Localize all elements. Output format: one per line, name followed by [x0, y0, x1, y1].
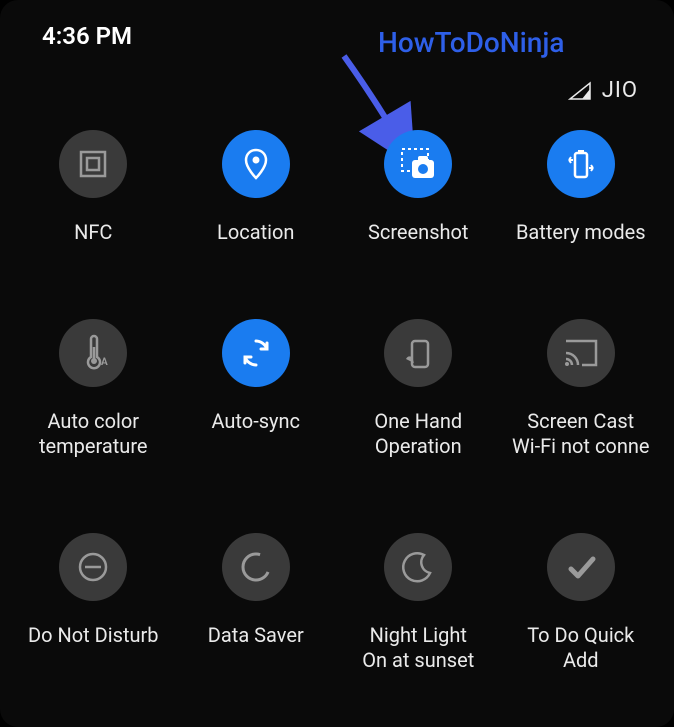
tile-temp-label: Auto color temperature [39, 409, 148, 459]
tile-sync-circle [222, 319, 290, 387]
tile-cast-circle [547, 319, 615, 387]
tile-nightlight-circle [384, 533, 452, 601]
tile-datasaver-circle [222, 533, 290, 601]
tile-battery-modes[interactable]: Battery modes [500, 130, 663, 245]
tile-one-hand[interactable]: One Hand Operation [337, 319, 500, 459]
quick-settings-panel: 4:36 PM HowToDoNinja JIO [0, 0, 674, 727]
tile-location[interactable]: Location [175, 130, 338, 245]
tile-dnd[interactable]: Do Not Disturb [12, 533, 175, 673]
dnd-icon [75, 549, 111, 585]
tile-location-label: Location [217, 220, 294, 245]
tile-auto-sync[interactable]: Auto-sync [175, 319, 338, 459]
tile-battery-label: Battery modes [516, 220, 646, 245]
status-time: 4:36 PM [42, 22, 132, 50]
tile-screenshot-circle [384, 130, 452, 198]
tile-onehand-label: One Hand Operation [374, 409, 462, 459]
tile-night-light[interactable]: Night Light On at sunset [337, 533, 500, 673]
tile-screenshot[interactable]: Screenshot [337, 130, 500, 245]
tile-nfc-label: NFC [74, 220, 112, 245]
tiles-grid: NFC Location [0, 130, 674, 673]
tile-datasaver-label: Data Saver [208, 623, 304, 648]
tile-dnd-label: Do Not Disturb [28, 623, 159, 648]
carrier-label: JIO [602, 78, 638, 103]
tile-location-circle [222, 130, 290, 198]
tile-sync-label: Auto-sync [211, 409, 300, 434]
screenshot-icon [398, 146, 438, 182]
tile-battery-circle [547, 130, 615, 198]
tile-nfc-circle [59, 130, 127, 198]
cast-icon [562, 337, 600, 369]
datasaver-icon [238, 549, 274, 585]
signal-icon [568, 81, 592, 101]
tile-cast-label: Screen Cast [527, 409, 634, 434]
tile-screenshot-label: Screenshot [368, 220, 468, 245]
tile-nfc[interactable]: NFC [12, 130, 175, 245]
sync-icon [238, 335, 274, 371]
tile-dnd-circle [59, 533, 127, 601]
onehand-icon [400, 335, 436, 371]
location-icon [238, 146, 274, 182]
tile-data-saver[interactable]: Data Saver [175, 533, 338, 673]
tile-nightlight-sublabel: On at sunset [362, 648, 474, 673]
svg-text:A: A [101, 357, 108, 368]
tile-nightlight-label: Night Light [370, 623, 467, 648]
nightlight-icon [400, 549, 436, 585]
status-bar: 4:36 PM [0, 0, 674, 50]
todo-icon [563, 549, 599, 585]
tile-temp-circle: A [59, 319, 127, 387]
tile-auto-color-temp[interactable]: A Auto color temperature [12, 319, 175, 459]
battery-icon [563, 146, 599, 182]
tile-todo-label: To Do Quick Add [527, 623, 634, 673]
tile-cast-sublabel: Wi-Fi not conne [512, 434, 650, 459]
watermark-text: HowToDoNinja [378, 26, 564, 59]
tile-todo-circle [547, 533, 615, 601]
tile-screen-cast[interactable]: Screen Cast Wi-Fi not conne [500, 319, 663, 459]
carrier-indicator: JIO [568, 78, 638, 103]
thermometer-icon: A [75, 333, 111, 373]
tile-todo-quick-add[interactable]: To Do Quick Add [500, 533, 663, 673]
tile-onehand-circle [384, 319, 452, 387]
nfc-icon [75, 146, 111, 182]
